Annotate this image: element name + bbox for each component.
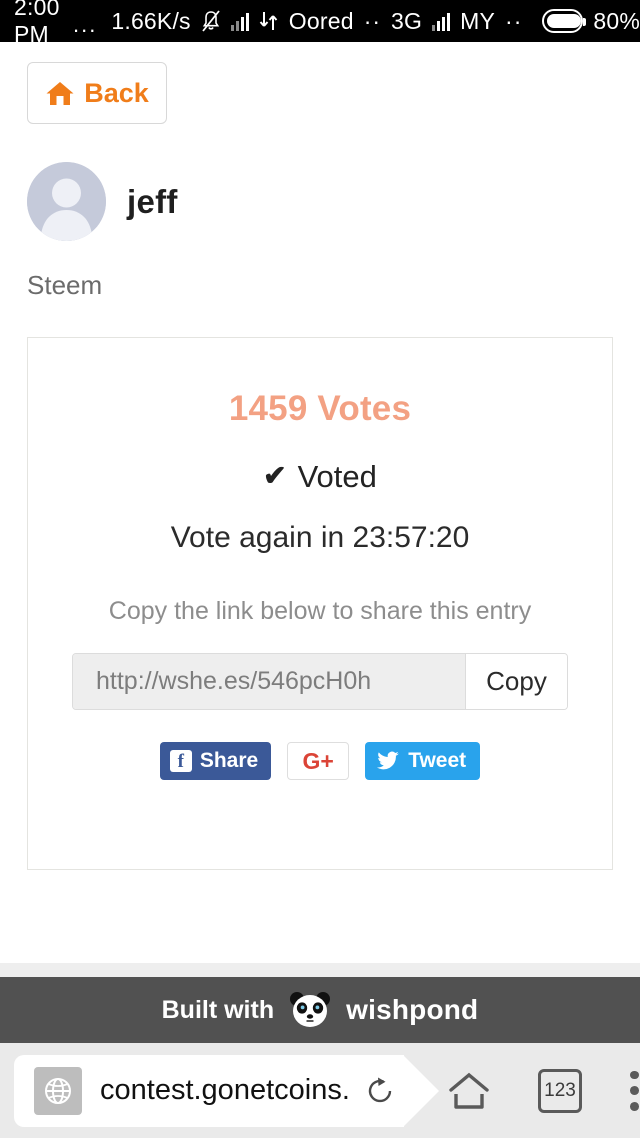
share-url-input[interactable] bbox=[73, 654, 465, 709]
address-bar[interactable]: contest.gonetcoins. bbox=[14, 1054, 439, 1127]
status-sim2-dots: ·· bbox=[505, 7, 523, 34]
browser-nav-icons: 123 bbox=[448, 1068, 640, 1113]
tab-count-button[interactable]: 123 bbox=[538, 1068, 582, 1113]
vote-count: 1459 Votes bbox=[228, 389, 412, 428]
kebab-dot-3 bbox=[630, 1101, 639, 1111]
signal-bars-icon bbox=[230, 11, 249, 31]
status-sim2-label: MY bbox=[460, 7, 496, 34]
wishpond-footer[interactable]: Built with wishpond bbox=[0, 977, 640, 1043]
data-transfer-icon bbox=[259, 10, 279, 32]
address-bar-url: contest.gonetcoins. bbox=[100, 1074, 350, 1106]
facebook-icon: f bbox=[169, 750, 192, 772]
copy-button[interactable]: Copy bbox=[465, 654, 567, 709]
wishpond-brand: wishpond bbox=[346, 994, 479, 1025]
status-network-type: 3G bbox=[391, 7, 423, 34]
status-data-rate: 1.66K/s bbox=[111, 7, 191, 34]
profile-row: jeff bbox=[27, 162, 178, 241]
reload-icon[interactable] bbox=[364, 1075, 396, 1107]
battery-icon bbox=[542, 9, 587, 33]
built-with-label: Built with bbox=[161, 995, 275, 1024]
back-button[interactable]: Back bbox=[27, 62, 167, 124]
twitter-share-label: Tweet bbox=[408, 749, 467, 772]
tab-count-label: 123 bbox=[544, 1079, 576, 1101]
home-outline-icon[interactable] bbox=[448, 1071, 490, 1111]
back-button-label: Back bbox=[84, 77, 149, 108]
kebab-menu-icon[interactable] bbox=[630, 1070, 640, 1111]
username: jeff bbox=[127, 182, 178, 220]
user-avatar-icon bbox=[27, 162, 106, 241]
facebook-share-label: Share bbox=[199, 749, 259, 772]
battery-fill bbox=[547, 14, 582, 28]
check-icon: ✔ bbox=[263, 460, 287, 491]
facebook-share-button[interactable]: f Share bbox=[159, 742, 272, 780]
voted-label: Voted bbox=[297, 459, 377, 494]
social-share-row: f Share G+ Tweet bbox=[28, 742, 612, 780]
vote-card: 1459 Votes ✔ Voted Vote again in 23:57:2… bbox=[27, 337, 613, 870]
googleplus-icon: G+ bbox=[302, 747, 334, 774]
twitter-share-button[interactable]: Tweet bbox=[365, 742, 481, 780]
status-carrier: Oored bbox=[288, 7, 354, 34]
panda-logo-icon bbox=[288, 990, 332, 1030]
page-bottom-divider bbox=[0, 963, 640, 977]
page-content: Back jeff Steem 1459 Votes ✔ Voted Vote … bbox=[0, 42, 640, 977]
googleplus-share-button[interactable]: G+ bbox=[287, 742, 350, 780]
browser-toolbar: contest.gonetcoins. 123 bbox=[0, 1043, 640, 1138]
share-link-row: Copy bbox=[72, 653, 568, 710]
battery-percent: 80% bbox=[593, 7, 640, 34]
vote-again-timer: Vote again in 23:57:20 bbox=[170, 521, 470, 554]
signal-bars-icon-2 bbox=[432, 11, 451, 31]
home-icon bbox=[45, 80, 75, 107]
status-clock: 2:00 PM bbox=[14, 0, 60, 47]
status-overflow-dots: ... bbox=[73, 12, 98, 37]
page-subtitle: Steem bbox=[27, 270, 103, 300]
bell-muted-icon bbox=[201, 9, 221, 33]
phone-screen: 2:00 PM ... 1.66K/s Oored ·· 3G MY ·· 80… bbox=[0, 0, 640, 1138]
status-carrier-dots: ·· bbox=[363, 7, 382, 34]
status-bar: 2:00 PM ... 1.66K/s Oored ·· 3G MY ·· 80… bbox=[0, 0, 640, 47]
twitter-bird-icon bbox=[376, 751, 400, 771]
kebab-dot-2 bbox=[630, 1086, 639, 1095]
voted-status: ✔ Voted bbox=[28, 459, 612, 495]
kebab-dot-1 bbox=[630, 1070, 639, 1080]
globe-icon bbox=[34, 1066, 82, 1115]
copy-hint-text: Copy the link below to share this entry bbox=[108, 597, 532, 625]
